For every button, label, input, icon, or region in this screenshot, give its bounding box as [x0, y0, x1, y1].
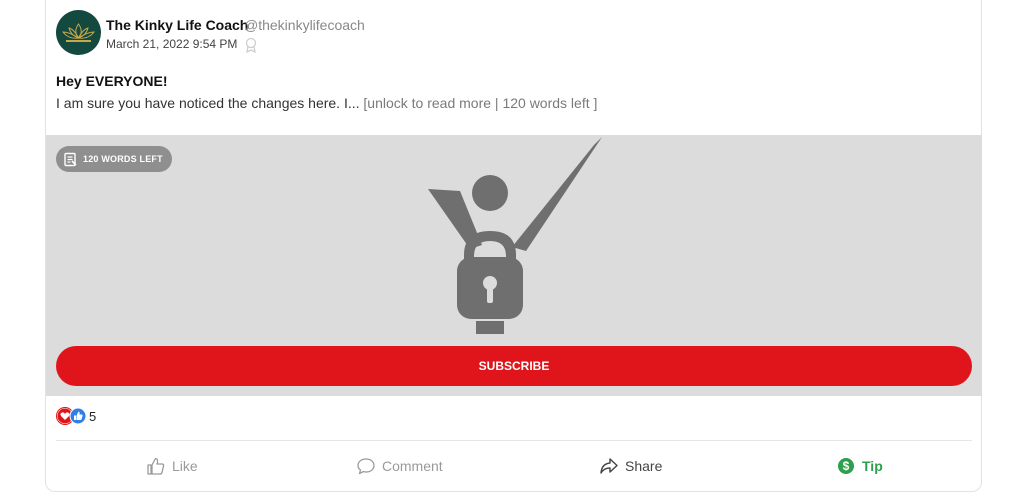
dollar-coin-icon: $ [838, 458, 854, 474]
tip-button[interactable]: $ Tip [836, 455, 883, 477]
post-date[interactable]: March 21, 2022 9:54 PM [106, 37, 237, 51]
reaction-count: 5 [89, 408, 97, 424]
reaction-icons [56, 407, 87, 425]
ribbon-icon [245, 37, 257, 53]
document-icon [64, 152, 77, 166]
comment-bubble-icon [357, 458, 375, 475]
subscribe-button[interactable]: SUBSCRIBE [56, 346, 972, 386]
lotus-logo-icon [61, 23, 96, 42]
share-button[interactable]: Share [599, 455, 662, 477]
words-left-label: 120 WORDS LEFT [83, 154, 163, 164]
like-button[interactable]: Like [146, 455, 198, 477]
comment-label: Comment [382, 458, 443, 474]
words-left-badge: 120 WORDS LEFT [56, 146, 172, 172]
post-excerpt: I am sure you have noticed the changes h… [56, 95, 597, 111]
author-handle[interactable]: @thekinkylifecoach [244, 17, 365, 33]
locked-content-area: 120 WORDS LEFT SUBSCRIBE [46, 135, 982, 396]
comment-button[interactable]: Comment [356, 455, 443, 477]
reactions-summary[interactable]: 5 [56, 407, 96, 425]
divider [56, 440, 972, 441]
share-label: Share [625, 458, 663, 474]
thumbs-up-icon [147, 457, 165, 475]
post-card: The Kinky Life Coach @thekinkylifecoach … [45, 0, 982, 492]
unlock-link[interactable]: [unlock to read more | 120 words left ] [363, 95, 597, 111]
author-name[interactable]: The Kinky Life Coach [106, 17, 248, 33]
post-title: Hey EVERYONE! [56, 73, 168, 89]
like-reaction-icon [69, 407, 87, 425]
svg-text:$: $ [843, 459, 850, 473]
author-avatar[interactable] [56, 10, 101, 55]
excerpt-text: I am sure you have noticed the changes h… [56, 95, 360, 111]
share-arrow-icon [600, 458, 618, 474]
tip-label: Tip [862, 458, 883, 474]
like-label: Like [172, 458, 198, 474]
person-lock-icon [428, 137, 602, 334]
